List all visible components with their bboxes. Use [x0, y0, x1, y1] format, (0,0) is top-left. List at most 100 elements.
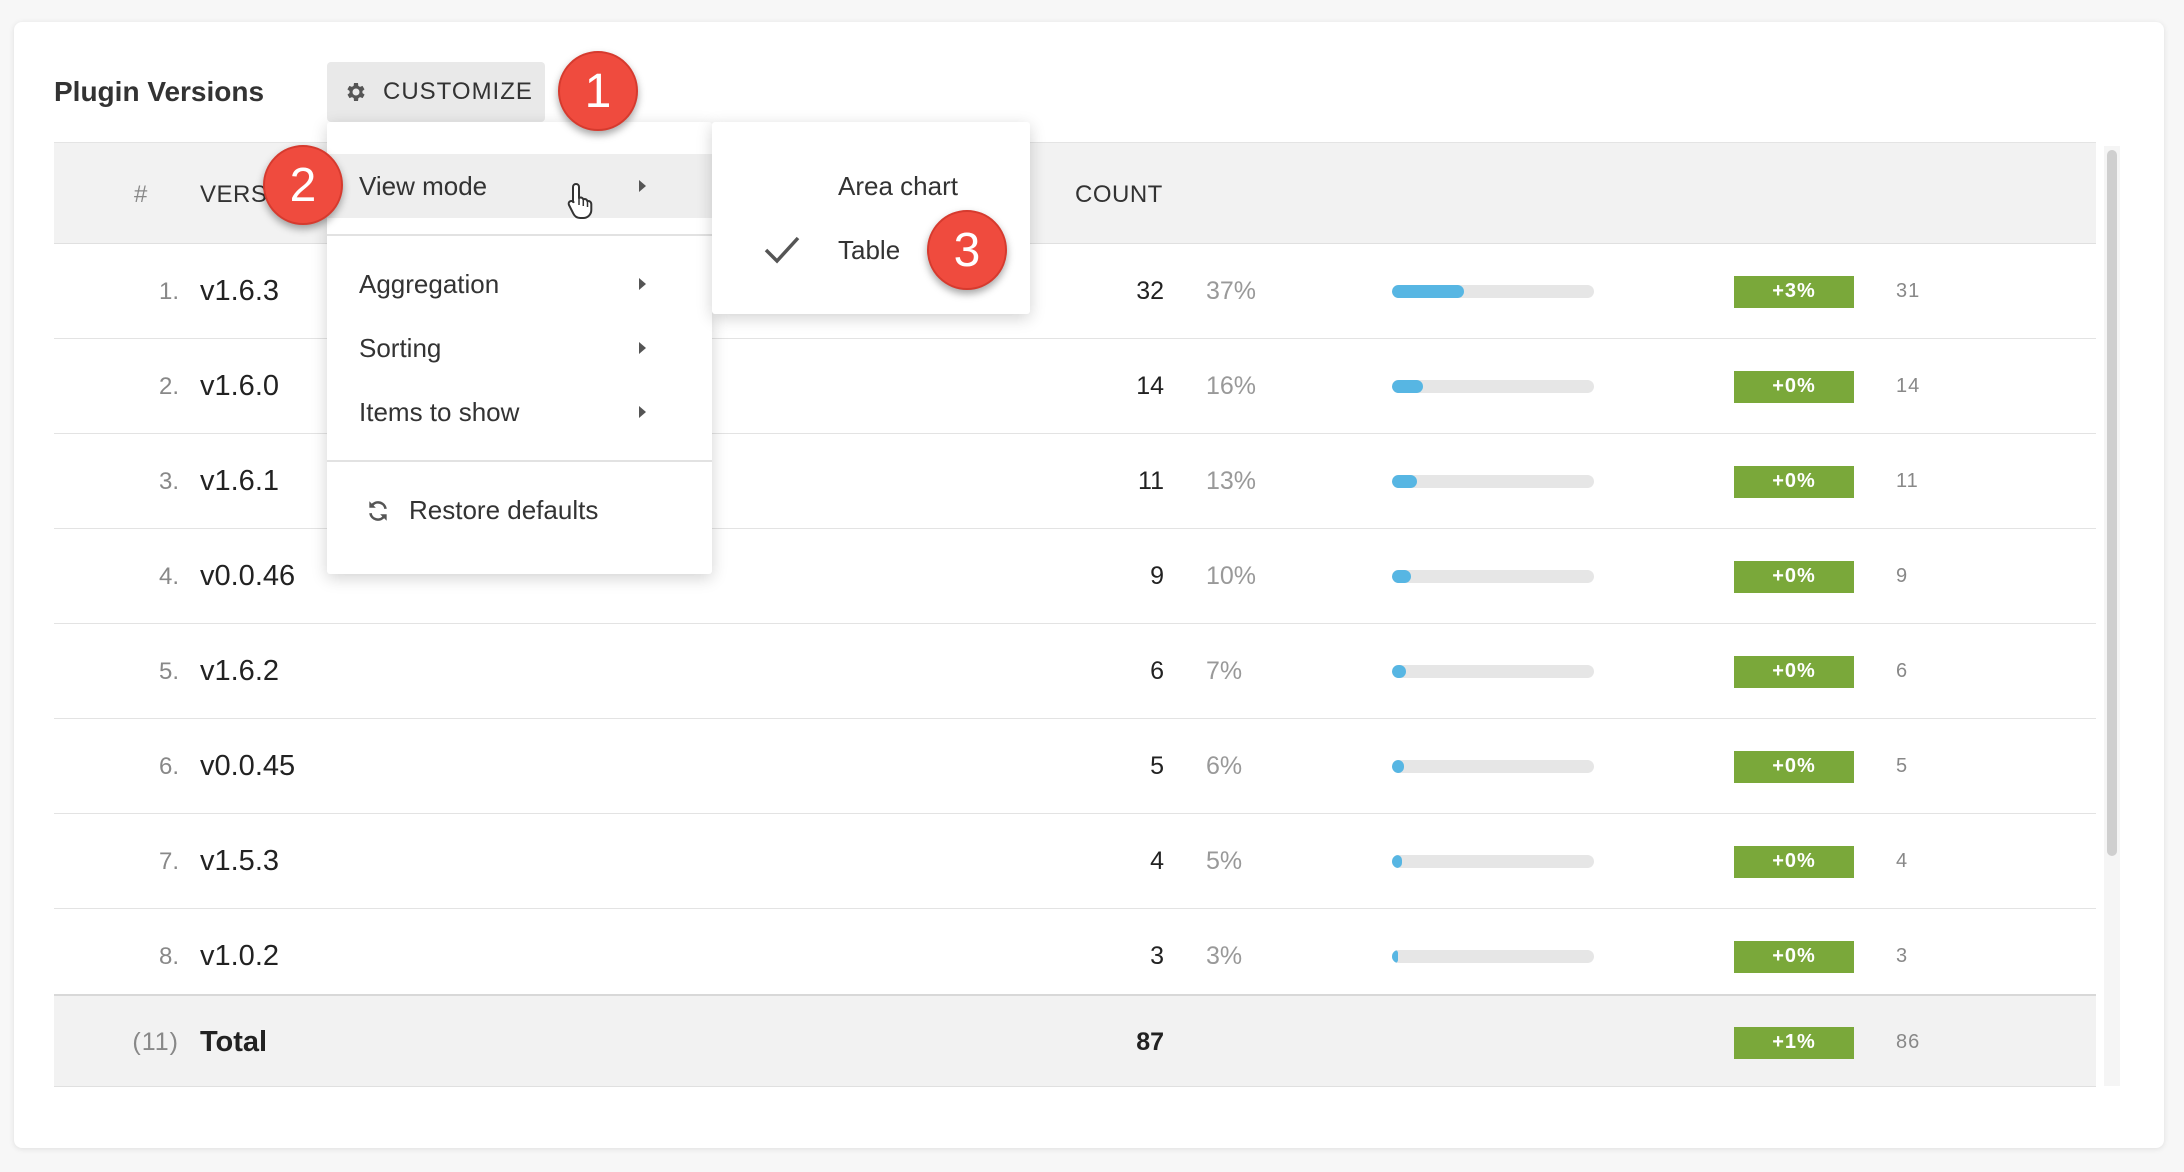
row-change-cell: +0%	[1734, 719, 1854, 814]
table-row[interactable]: 6. v0.0.45 5 6% +0% 5	[54, 719, 2096, 814]
row-bar-cell	[1392, 244, 1594, 339]
menu-item-sorting[interactable]: Sorting	[327, 316, 712, 380]
header-count[interactable]: COUNT	[1075, 181, 1163, 209]
share-bar	[1392, 950, 1594, 963]
row-percent: 3%	[1206, 942, 1243, 970]
share-bar-fill	[1392, 760, 1404, 773]
row-percent: 5%	[1206, 847, 1243, 875]
menu-item-items-to-show[interactable]: Items to show	[327, 380, 712, 444]
customize-label: CUSTOMIZE	[383, 78, 533, 105]
row-previous: 11	[1896, 470, 1919, 492]
row-index: 4.	[158, 562, 179, 590]
row-version: v1.6.0	[200, 370, 279, 402]
change-badge: +0%	[1734, 845, 1854, 878]
row-count: 32	[1136, 277, 1164, 305]
table-row[interactable]: 5. v1.6.2 6 7% +0% 6	[54, 624, 2096, 719]
row-index: 2.	[158, 372, 179, 400]
row-change-cell: +0%	[1734, 339, 1854, 434]
total-label: Total	[200, 1026, 268, 1058]
row-bar-cell	[1392, 529, 1594, 624]
menu-item-aggregation[interactable]: Aggregation	[327, 252, 712, 316]
header-index[interactable]: #	[134, 181, 148, 209]
change-badge: +0%	[1734, 655, 1854, 688]
row-version: v1.6.2	[200, 655, 279, 687]
chevron-right-icon	[639, 342, 646, 354]
callout-badge-1: 1	[558, 51, 638, 131]
row-bar-cell	[1392, 624, 1594, 719]
widget-title: Plugin Versions	[54, 76, 265, 107]
share-bar	[1392, 760, 1594, 773]
menu-item-view-mode[interactable]: View mode	[327, 154, 712, 218]
chevron-right-icon	[639, 406, 646, 418]
share-bar	[1392, 380, 1594, 393]
change-badge: +3%	[1734, 275, 1854, 308]
row-version: v0.0.46	[200, 560, 296, 592]
row-count: 9	[1150, 562, 1164, 590]
share-bar-fill	[1392, 285, 1464, 298]
menu-item-label: Items to show	[359, 396, 520, 427]
row-version: v1.0.2	[200, 940, 279, 972]
callout-badge-3: 3	[927, 210, 1007, 290]
row-bar-cell	[1392, 719, 1594, 814]
table-row[interactable]: 8. v1.0.2 3 3% +0% 3	[54, 909, 2096, 1004]
row-percent: 10%	[1206, 562, 1257, 590]
share-bar	[1392, 285, 1594, 298]
callout-badge-2: 2	[263, 145, 343, 225]
row-previous: 5	[1896, 755, 1909, 777]
menu-item-label: View mode	[359, 170, 488, 201]
row-previous: 14	[1896, 375, 1921, 397]
row-index: 3.	[158, 467, 179, 495]
hand-pointer-icon	[567, 183, 593, 219]
change-badge: +0%	[1734, 940, 1854, 973]
row-count: 3	[1150, 942, 1164, 970]
row-percent: 6%	[1206, 752, 1243, 780]
row-count: 5	[1150, 752, 1164, 780]
row-change-cell: +3%	[1734, 244, 1854, 339]
change-badge: +0%	[1734, 370, 1854, 403]
submenu-item-label: Table	[838, 234, 901, 265]
change-badge: +0%	[1734, 560, 1854, 593]
row-bar-cell	[1392, 909, 1594, 1004]
share-bar-fill	[1392, 570, 1411, 583]
total-row: (11) Total 87 +1% 86	[54, 994, 2096, 1087]
row-version: v0.0.45	[200, 750, 296, 782]
row-version: v1.6.1	[200, 465, 279, 497]
row-change-cell: +0%	[1734, 624, 1854, 719]
row-change-cell: +0%	[1734, 909, 1854, 1004]
customize-button[interactable]: CUSTOMIZE	[327, 62, 545, 122]
row-index: 6.	[158, 752, 179, 780]
row-count: 11	[1138, 467, 1164, 495]
row-version: v1.5.3	[200, 845, 279, 877]
share-bar-fill	[1392, 855, 1402, 868]
row-percent: 16%	[1206, 372, 1257, 400]
total-index: (11)	[132, 1028, 179, 1056]
scrollbar-thumb[interactable]	[2107, 150, 2117, 856]
row-index: 5.	[158, 657, 179, 685]
share-bar-fill	[1392, 950, 1398, 963]
row-previous: 9	[1896, 565, 1909, 587]
table-scrollbar[interactable]	[2104, 146, 2120, 1086]
chevron-right-icon	[639, 278, 646, 290]
row-previous: 3	[1896, 945, 1909, 967]
chevron-right-icon	[639, 180, 646, 192]
menu-item-restore-defaults[interactable]: Restore defaults	[327, 478, 712, 542]
share-bar	[1392, 570, 1594, 583]
row-previous: 6	[1896, 660, 1909, 682]
share-bar	[1392, 665, 1594, 678]
submenu-item-area-chart[interactable]: Area chart	[712, 154, 1030, 218]
change-badge: +0%	[1734, 465, 1854, 498]
total-count: 87	[1136, 1028, 1164, 1056]
menu-divider	[327, 234, 712, 236]
row-percent: 7%	[1206, 657, 1243, 685]
row-bar-cell	[1392, 814, 1594, 909]
total-previous: 86	[1896, 1031, 1921, 1053]
share-bar	[1392, 855, 1594, 868]
row-change-cell: +0%	[1734, 814, 1854, 909]
table-row[interactable]: 7. v1.5.3 4 5% +0% 4	[54, 814, 2096, 909]
row-count: 4	[1150, 847, 1164, 875]
row-previous: 31	[1896, 280, 1921, 302]
row-count: 14	[1136, 372, 1164, 400]
row-version: v1.6.3	[200, 275, 279, 307]
row-previous: 4	[1896, 850, 1909, 872]
total-change-cell: +1%	[1734, 996, 1854, 1089]
